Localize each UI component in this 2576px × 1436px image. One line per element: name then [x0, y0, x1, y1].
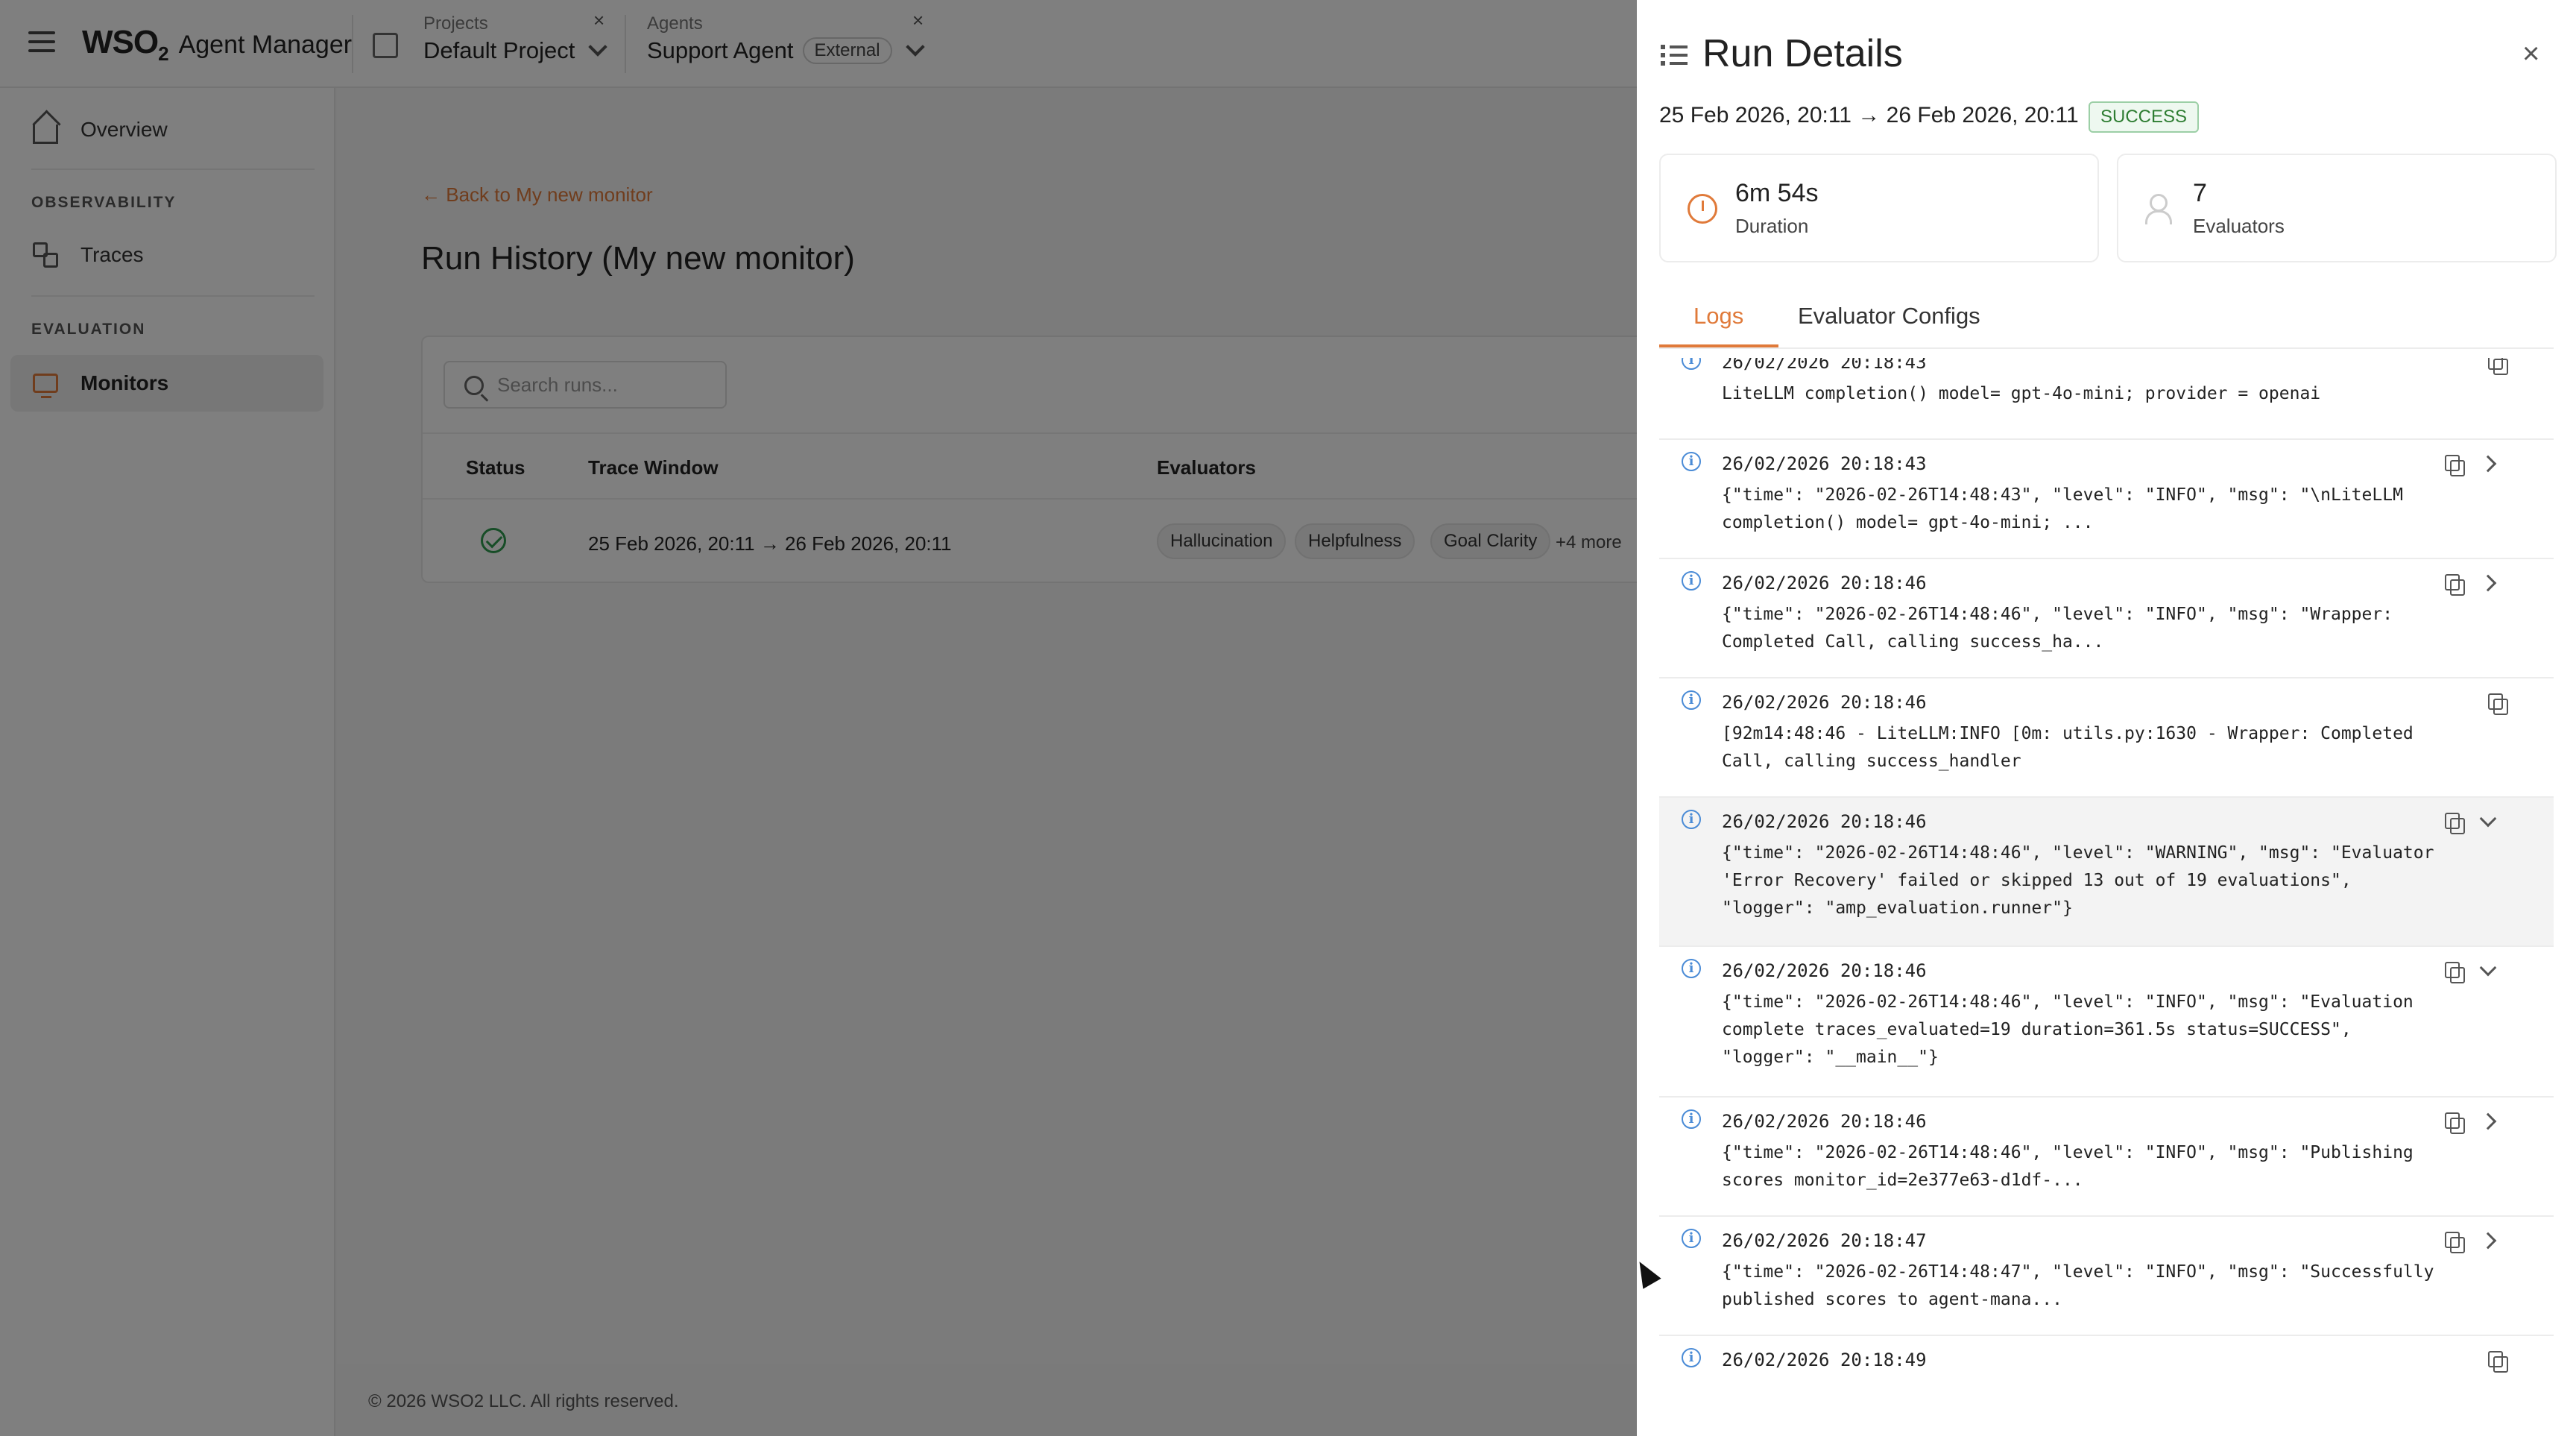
log-entry[interactable]: i 26/02/2026 20:18:46 [92m14:48:46 - LiteL…	[1659, 678, 2554, 798]
info-icon: i	[1682, 690, 1701, 710]
log-timestamp: 26/02/2026 20:18:47	[1722, 1230, 1927, 1251]
drawer-tabs: Logs Evaluator Configs	[1659, 282, 2554, 349]
run-time-range: 25 Feb 2026, 20:11 → 26 Feb 2026, 20:11	[1659, 103, 2079, 127]
log-timestamp: 26/02/2026 20:18:46	[1722, 811, 1927, 832]
log-entry[interactable]: i 26/02/2026 20:18:47 {"time": "2026-02-26…	[1659, 1217, 2554, 1336]
log-entry[interactable]: i 26/02/2026 20:18:46 {"time": "2026-02-26…	[1659, 947, 2554, 1098]
info-icon: i	[1682, 810, 1701, 829]
log-entry[interactable]: i 26/02/2026 20:18:43 {"time": "2026-02-26…	[1659, 440, 2554, 559]
duration-card: 6m 54s Duration	[1659, 154, 2099, 262]
users-icon	[2145, 194, 2175, 224]
copy-icon[interactable]	[2445, 1112, 2465, 1134]
log-entry[interactable]: i 26/02/2026 20:18:49	[1659, 1336, 2554, 1390]
log-timestamp: 26/02/2026 20:18:49	[1722, 1350, 1927, 1370]
info-icon: i	[1682, 1229, 1701, 1248]
chevron-down-icon[interactable]	[2479, 810, 2497, 828]
log-list[interactable]: i 26/02/2026 20:18:43 LiteLLM completion()…	[1659, 358, 2554, 1390]
app-root: WSO2 Agent Manager Projects Default Proj…	[0, 0, 2576, 1436]
info-icon: i	[1682, 1348, 1701, 1367]
run-details-drawer: Run Details × 25 Feb 2026, 20:11 → 26 Fe…	[1637, 0, 2576, 1436]
drawer-title: Run Details	[1702, 32, 1903, 75]
timer-icon	[1688, 194, 1717, 224]
tab-logs[interactable]: Logs	[1693, 303, 1743, 330]
info-icon: i	[1682, 452, 1701, 471]
copy-icon[interactable]	[2445, 574, 2465, 596]
log-timestamp: 26/02/2026 20:18:46	[1722, 692, 1927, 713]
evaluators-value: 7	[2193, 179, 2207, 207]
evaluators-label: Evaluators	[2193, 215, 2285, 237]
chevron-right-icon[interactable]	[2479, 574, 2497, 592]
close-icon[interactable]: ×	[2522, 37, 2539, 71]
chevron-down-icon[interactable]	[2479, 959, 2497, 977]
copy-icon[interactable]	[2445, 455, 2465, 476]
copy-icon[interactable]	[2488, 358, 2508, 375]
log-entry[interactable]: i 26/02/2026 20:18:46 {"time": "2026-02-26…	[1659, 559, 2554, 678]
copy-icon[interactable]	[2445, 813, 2465, 834]
evaluators-card: 7 Evaluators	[2117, 154, 2557, 262]
active-tab-indicator	[1659, 344, 1778, 347]
modal-backdrop[interactable]	[0, 0, 1637, 1436]
log-message: [92m14:48:46 - LiteLLM:INFO [0m: utils.p…	[1722, 724, 2424, 771]
log-message: {"time": "2026-02-26T14:48:43", "level":…	[1722, 485, 2414, 532]
info-icon: i	[1682, 571, 1701, 591]
log-entry[interactable]: i 26/02/2026 20:18:46 {"time": "2026-02-26…	[1659, 798, 2554, 947]
chevron-right-icon[interactable]	[2479, 1112, 2497, 1130]
log-timestamp: 26/02/2026 20:18:46	[1722, 573, 1927, 593]
info-icon: i	[1682, 358, 1701, 370]
copy-icon[interactable]	[2488, 693, 2508, 715]
log-message: {"time": "2026-02-26T14:48:46", "level":…	[1722, 843, 2445, 918]
info-icon: i	[1682, 1109, 1701, 1129]
log-message: {"time": "2026-02-26T14:48:47", "level":…	[1722, 1262, 2445, 1309]
duration-value: 6m 54s	[1735, 179, 1819, 207]
log-message: LiteLLM completion() model= gpt-4o-mini;…	[1722, 384, 2321, 403]
log-timestamp: 26/02/2026 20:18:43	[1722, 453, 1927, 474]
chevron-right-icon[interactable]	[2479, 455, 2497, 473]
log-entry[interactable]: i 26/02/2026 20:18:46 {"time": "2026-02-26…	[1659, 1098, 2554, 1217]
duration-label: Duration	[1735, 215, 1809, 237]
status-badge: SUCCESS	[2089, 101, 2200, 133]
copy-icon[interactable]	[2445, 962, 2465, 983]
log-timestamp: 26/02/2026 20:18:43	[1722, 358, 1927, 373]
log-message: {"time": "2026-02-26T14:48:46", "level":…	[1722, 1143, 2424, 1190]
list-icon	[1661, 43, 1688, 67]
log-message: {"time": "2026-02-26T14:48:46", "level":…	[1722, 605, 2403, 652]
log-timestamp: 26/02/2026 20:18:46	[1722, 960, 1927, 981]
info-icon: i	[1682, 959, 1701, 978]
tab-evaluator-configs[interactable]: Evaluator Configs	[1798, 303, 1980, 330]
log-entry[interactable]: i 26/02/2026 20:18:43 LiteLLM completion()…	[1659, 358, 2554, 440]
copy-icon[interactable]	[2445, 1232, 2465, 1253]
copy-icon[interactable]	[2488, 1351, 2508, 1373]
log-timestamp: 26/02/2026 20:18:46	[1722, 1111, 1927, 1132]
chevron-right-icon[interactable]	[2479, 1232, 2497, 1250]
log-message: {"time": "2026-02-26T14:48:46", "level":…	[1722, 992, 2424, 1067]
